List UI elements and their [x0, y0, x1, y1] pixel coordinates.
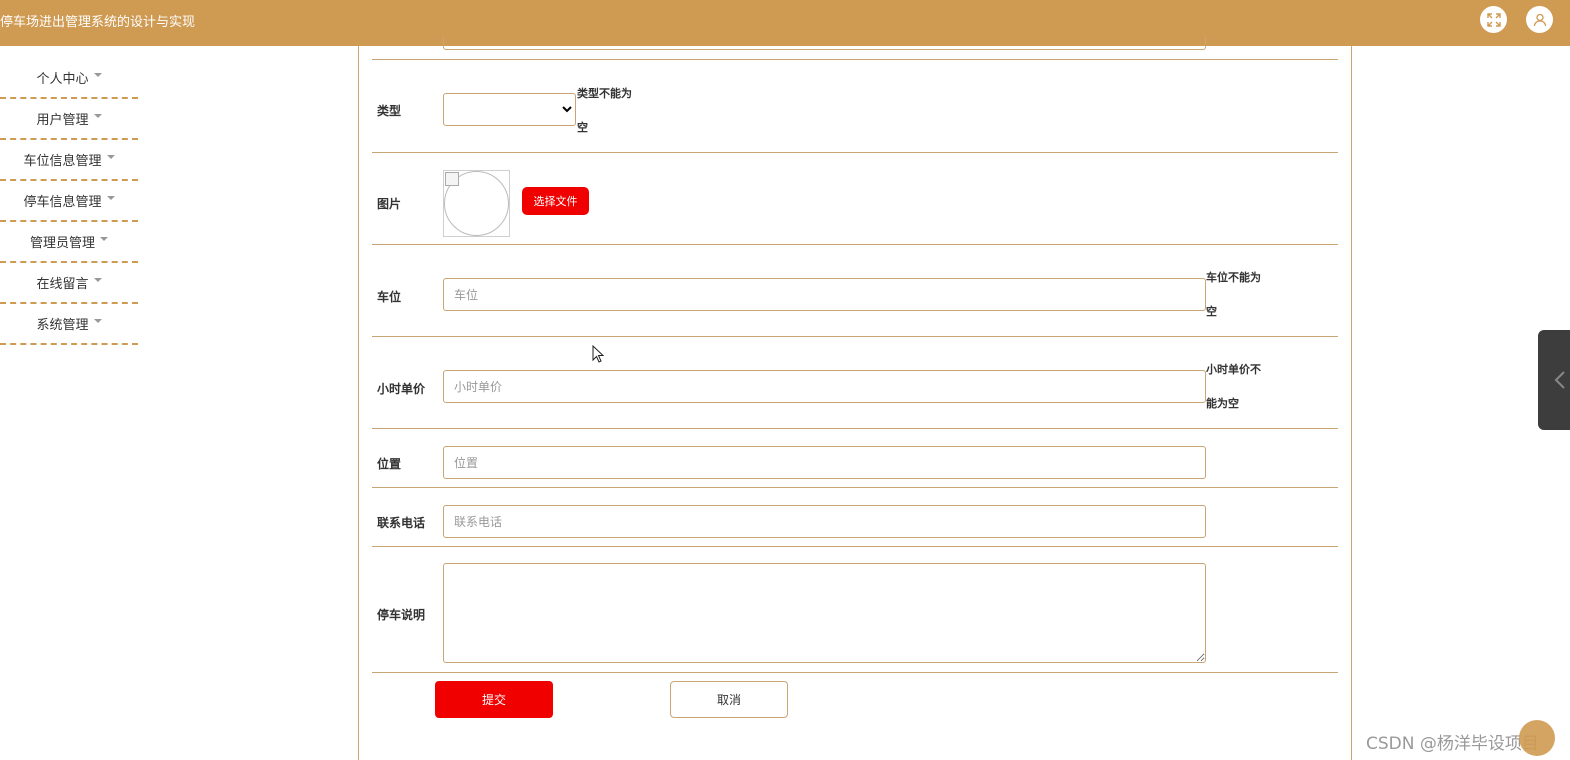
caret-down-icon: [106, 154, 115, 159]
image-preview: [443, 170, 510, 237]
sidebar-item-online-messages[interactable]: 在线留言: [0, 263, 138, 304]
sidebar-item-label: 系统管理: [36, 318, 89, 333]
image-label: 图片: [377, 197, 402, 211]
sidebar-item-space-info-management[interactable]: 车位信息管理: [0, 140, 138, 181]
expand-icon: [1486, 12, 1501, 27]
hourly-price-label: 小时单价: [377, 382, 426, 396]
fullscreen-button[interactable]: [1480, 6, 1507, 33]
caret-down-icon: [93, 277, 102, 282]
type-error-text: 类型不能为空: [577, 87, 632, 134]
space-input[interactable]: [443, 278, 1206, 311]
form-row-previous: [372, 36, 1338, 60]
caret-down-icon: [100, 236, 108, 241]
sidebar-menu: 个人中心 用户管理 车位信息管理 停车信息管理 管理员管理 在线留言 系统管理: [0, 58, 138, 345]
form-panel: 类型 类型不能为空 图片 选择文件 车位 车位不能为空 小时单价 小时单价不能为…: [358, 36, 1352, 760]
hourly-price-error-text: 小时单价不能为空: [1206, 363, 1261, 410]
type-label: 类型: [377, 104, 402, 118]
side-panel-toggle[interactable]: [1538, 330, 1570, 430]
form-row-description: 停车说明: [372, 547, 1338, 673]
phone-input[interactable]: [443, 505, 1206, 538]
watermark-text: CSDN @杨洋毕设项目: [1366, 734, 1539, 754]
app-title: 停车场进出管理系统的设计与实现: [0, 15, 196, 30]
sidebar-item-label: 在线留言: [36, 277, 89, 292]
user-icon: [1533, 13, 1546, 26]
location-label: 位置: [377, 457, 402, 471]
sidebar-item-system-management[interactable]: 系统管理: [0, 304, 138, 345]
cancel-button[interactable]: 取消: [670, 681, 788, 718]
sidebar-item-label: 管理员管理: [29, 236, 95, 251]
caret-down-icon: [93, 72, 102, 77]
caret-down-icon: [106, 195, 115, 200]
type-select[interactable]: [443, 93, 576, 126]
sidebar-item-parking-info-management[interactable]: 停车信息管理: [0, 181, 138, 222]
space-label: 车位: [377, 290, 402, 304]
caret-down-icon: [93, 318, 102, 323]
sidebar-item-label: 车位信息管理: [23, 154, 102, 169]
form-row-image: 图片 选择文件: [372, 153, 1338, 245]
sidebar-item-label: 用户管理: [36, 113, 89, 128]
description-textarea[interactable]: [443, 563, 1206, 663]
phone-label: 联系电话: [377, 516, 426, 530]
submit-button[interactable]: 提交: [435, 681, 553, 718]
form-row-type: 类型 类型不能为空: [372, 60, 1338, 153]
form-row-space: 车位 车位不能为空: [372, 245, 1338, 337]
caret-down-icon: [93, 113, 102, 118]
space-error-text: 车位不能为空: [1206, 271, 1261, 318]
previous-field-input[interactable]: [443, 36, 1206, 50]
user-button[interactable]: [1526, 6, 1553, 33]
hourly-price-input[interactable]: [443, 370, 1206, 403]
floating-action-button[interactable]: [1519, 720, 1555, 756]
chevron-left-icon: [1554, 371, 1565, 389]
sidebar-item-user-management[interactable]: 用户管理: [0, 99, 138, 140]
description-label: 停车说明: [377, 608, 426, 622]
sidebar-item-personal-center[interactable]: 个人中心: [0, 58, 138, 99]
form-row-phone: 联系电话: [372, 488, 1338, 547]
sidebar-item-admin-management[interactable]: 管理员管理: [0, 222, 138, 263]
choose-file-button[interactable]: 选择文件: [522, 187, 589, 215]
broken-image-icon: [445, 172, 459, 186]
sidebar-item-label: 个人中心: [36, 72, 89, 87]
sidebar-item-label: 停车信息管理: [23, 195, 102, 210]
mouse-cursor-icon: [592, 345, 604, 363]
location-input[interactable]: [443, 446, 1206, 479]
form-row-location: 位置: [372, 429, 1338, 488]
form-row-hourly-price: 小时单价 小时单价不能为空: [372, 337, 1338, 429]
